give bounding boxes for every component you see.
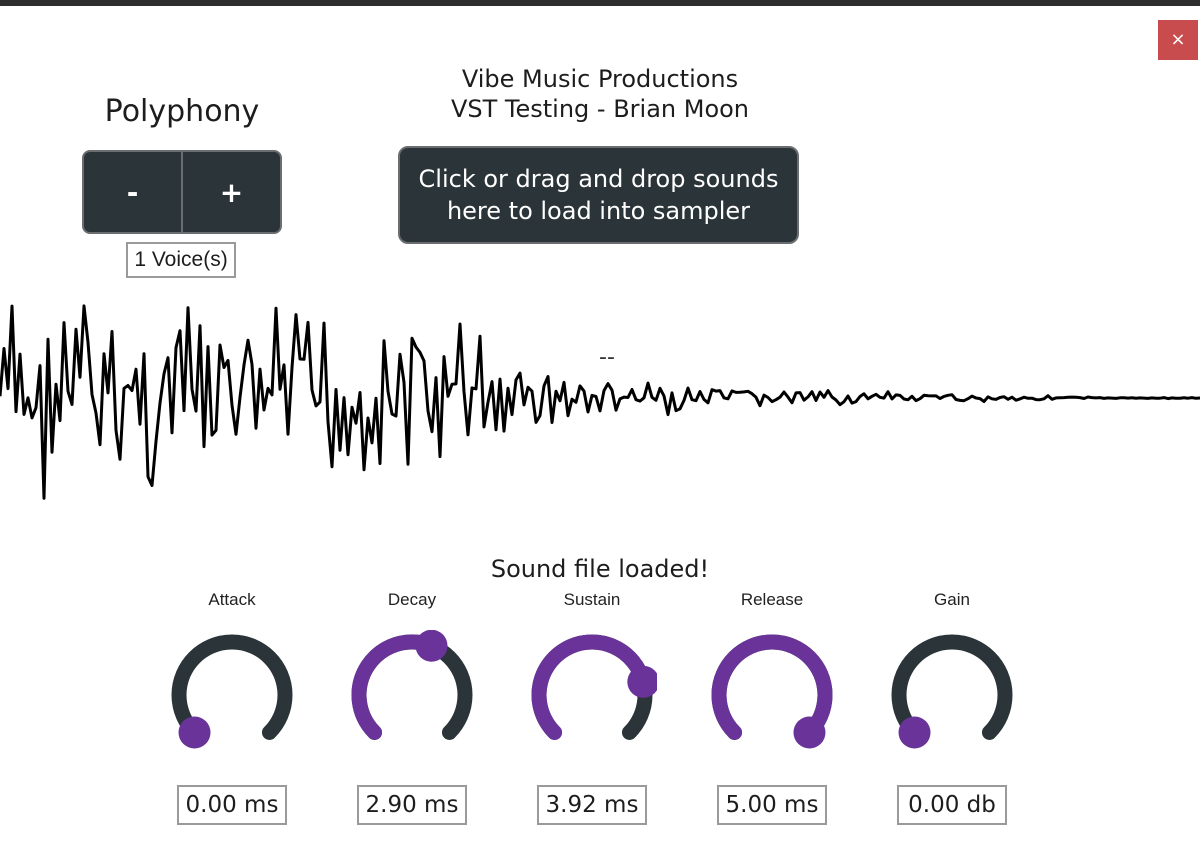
gain-label: Gain — [934, 590, 970, 609]
sustain-label: Sustain — [563, 590, 621, 609]
polyphony-title: Polyphony — [104, 94, 260, 129]
waveform-line — [0, 304, 1200, 500]
decay-value: 2.90 ms — [357, 785, 467, 825]
attack-label: Attack — [208, 590, 256, 609]
increase-voices-button[interactable]: + — [181, 152, 280, 232]
decay-label: Decay — [387, 590, 437, 609]
playhead-marker: -- — [599, 345, 615, 370]
release-value: 5.00 ms — [717, 785, 827, 825]
attack-knob[interactable] — [167, 630, 297, 760]
sound-drop-zone[interactable]: Click or drag and drop sounds here to lo… — [398, 146, 799, 244]
sustain-knob[interactable] — [527, 630, 657, 760]
release-label: Release — [740, 590, 804, 609]
attack-knob-handle[interactable] — [178, 716, 211, 749]
app-title: Vibe Music Productions — [461, 65, 739, 93]
decrease-voices-button[interactable]: - — [84, 152, 181, 232]
gain-value: 0.00 db — [897, 785, 1007, 825]
window-top-bar — [0, 0, 1200, 6]
gain-knob[interactable] — [887, 630, 1017, 760]
release-knob[interactable] — [707, 630, 837, 760]
attack-value: 0.00 ms — [177, 785, 287, 825]
close-button[interactable]: × — [1158, 20, 1198, 60]
app-subtitle: VST Testing - Brian Moon — [450, 95, 750, 123]
sustain-value: 3.92 ms — [537, 785, 647, 825]
polyphony-controls: - + — [82, 150, 282, 234]
sustain-knob-fill — [531, 634, 651, 740]
status-message: Sound file loaded! — [490, 555, 710, 583]
app-header: Vibe Music Productions VST Testing - Bri… — [380, 64, 820, 124]
decay-knob[interactable] — [347, 630, 477, 760]
decay-knob-handle[interactable] — [415, 630, 448, 662]
gain-knob-handle[interactable] — [898, 716, 931, 749]
waveform-display[interactable] — [0, 270, 1200, 530]
release-knob-handle[interactable] — [793, 716, 826, 749]
drop-zone-label: Click or drag and drop sounds here to lo… — [418, 165, 779, 225]
